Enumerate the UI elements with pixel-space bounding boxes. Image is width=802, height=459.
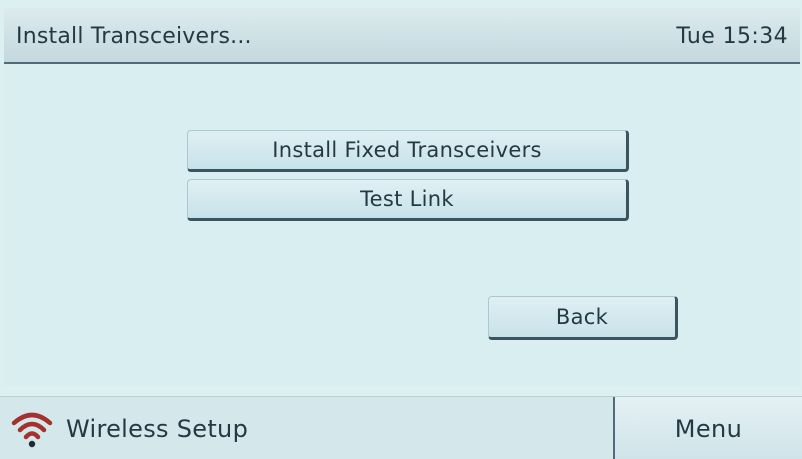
page-title: Install Transceivers... (16, 24, 252, 49)
menu-label: Menu (674, 414, 743, 443)
clock-display: Tue 15:34 (676, 24, 788, 49)
wireless-setup-label[interactable]: Wireless Setup (66, 415, 248, 443)
back-button[interactable]: Back (488, 296, 678, 340)
menu-button[interactable]: Menu (613, 397, 802, 459)
install-fixed-transceivers-label: Install Fixed Transceivers (272, 138, 542, 162)
device-screen: Install Transceivers... Tue 15:34 Instal… (0, 0, 802, 459)
main-content: Install Fixed Transceivers Test Link Bac… (4, 64, 800, 386)
test-link-button[interactable]: Test Link (187, 179, 629, 221)
wifi-icon[interactable] (10, 405, 54, 449)
bottom-bar: Wireless Setup Menu (0, 396, 802, 459)
install-fixed-transceivers-button[interactable]: Install Fixed Transceivers (187, 130, 629, 172)
test-link-label: Test Link (360, 187, 454, 211)
title-bar: Install Transceivers... Tue 15:34 (4, 8, 800, 64)
back-label: Back (555, 305, 609, 329)
